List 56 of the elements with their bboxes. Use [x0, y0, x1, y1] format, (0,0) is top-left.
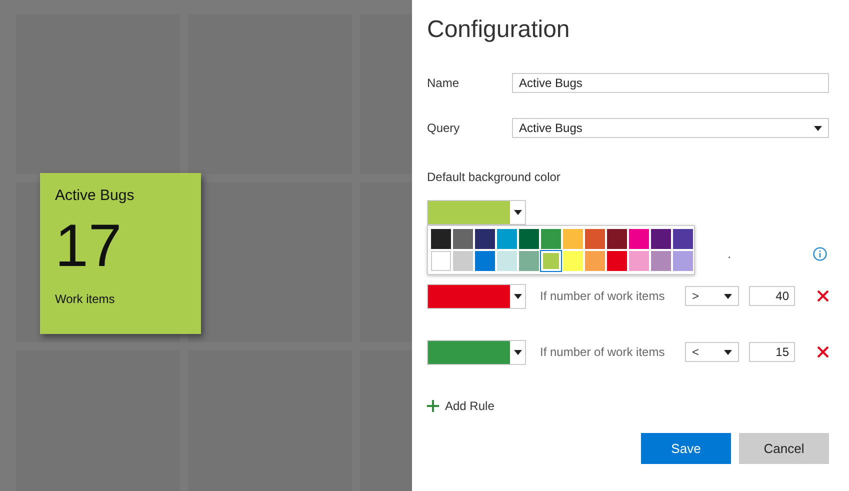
query-dropdown[interactable]: Active Bugs [512, 118, 829, 138]
color-swatch[interactable] [519, 251, 539, 271]
field-label: Query [427, 121, 461, 135]
color-swatch[interactable] [629, 229, 649, 249]
color-swatch[interactable] [475, 251, 495, 271]
caret-icon [514, 210, 522, 215]
color-picker[interactable] [427, 284, 526, 308]
color-swatch[interactable] [673, 229, 693, 249]
section-label: Default background color [427, 169, 562, 184]
info-icon[interactable] [813, 247, 827, 261]
caret-icon [514, 350, 522, 354]
caret-icon [814, 126, 822, 130]
color-swatch[interactable] [585, 251, 605, 271]
save-button[interactable]: Save [641, 433, 731, 464]
color-swatch[interactable] [453, 251, 473, 271]
tile-count: 17 [55, 216, 123, 276]
name-field[interactable]: Active Bugs [512, 73, 829, 93]
color-swatch[interactable] [563, 251, 583, 271]
color-swatch[interactable] [585, 229, 605, 249]
panel-title: Configuration [427, 16, 571, 44]
operator-dropdown[interactable]: < [685, 342, 739, 362]
close-icon[interactable] [817, 290, 829, 302]
add-rule-link[interactable]: Add Rule [427, 399, 494, 413]
color-swatch[interactable] [673, 251, 693, 271]
tile-caption: Work items [55, 292, 116, 306]
color-swatch[interactable] [453, 229, 473, 249]
rule-label: If number of work items [540, 289, 666, 303]
color-picker[interactable] [427, 340, 526, 364]
color-swatch[interactable] [431, 229, 451, 249]
color-swatch[interactable] [497, 251, 517, 271]
color-swatch[interactable] [651, 251, 671, 271]
color-swatch[interactable] [519, 229, 539, 249]
color-swatch[interactable] [497, 229, 517, 249]
operator-dropdown[interactable]: > [685, 286, 739, 306]
value-field[interactable]: 15 [749, 342, 795, 362]
color-swatch[interactable] [629, 251, 649, 271]
text-fragment: . [728, 247, 731, 261]
color-swatch[interactable] [431, 251, 451, 271]
color-swatch[interactable] [563, 229, 583, 249]
caret-icon [724, 294, 732, 298]
cancel-button[interactable]: Cancel [739, 433, 829, 464]
color-swatch[interactable] [651, 229, 671, 249]
color-swatch[interactable] [475, 229, 495, 249]
tile-title: Active Bugs [55, 187, 136, 204]
plus-icon [427, 400, 439, 412]
caret-icon [514, 294, 522, 298]
color-picker[interactable] [427, 200, 526, 225]
rule-label: If number of work items [540, 345, 666, 359]
caret-icon [724, 350, 732, 354]
close-icon[interactable] [817, 346, 829, 358]
color-swatch[interactable] [607, 229, 627, 249]
color-swatch[interactable] [607, 251, 627, 271]
value-field[interactable]: 40 [749, 286, 795, 306]
query-tile[interactable]: Active Bugs 17 Work items [40, 173, 201, 334]
color-swatch[interactable] [541, 229, 561, 249]
field-label: Name [427, 76, 460, 90]
